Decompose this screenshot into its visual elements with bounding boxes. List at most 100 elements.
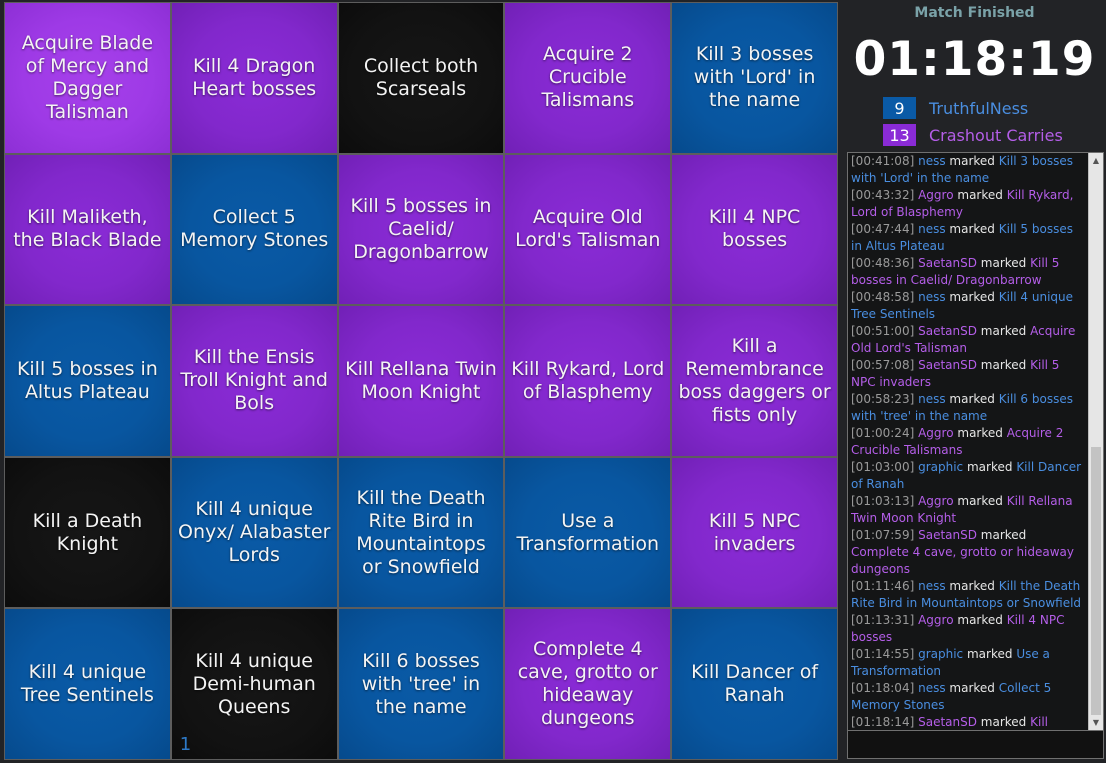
sidebar: Match Finished 01:18:19 9 TruthfulNess 1… <box>843 0 1106 763</box>
bingo-cell[interactable]: Kill 4 unique Onyx/ Alabaster Lords <box>171 457 337 608</box>
log-scrollbar[interactable]: ▲ ▼ <box>1088 153 1103 730</box>
log-entry: [01:18:14] SaetanSD marked Kill Maliketh… <box>851 714 1084 730</box>
bingo-cell[interactable]: Use a Transformation <box>505 457 671 608</box>
team-2-score: 13 <box>883 124 916 146</box>
log-player: ness <box>918 290 946 304</box>
bingo-cell-label: Kill 5 bosses in Caelid/ Dragonbarrow <box>350 194 492 263</box>
log-verb: marked <box>980 324 1027 338</box>
log-timestamp: [00:58:23] <box>851 392 915 406</box>
log-verb: marked <box>949 290 995 304</box>
log-player: SaetanSD <box>918 256 977 270</box>
log-player: ness <box>918 681 946 695</box>
log-timestamp: [00:57:08] <box>851 358 915 372</box>
bingo-cell[interactable]: Kill a Death Knight <box>5 457 170 608</box>
bingo-cell[interactable]: Kill Rykard, Lord of Blasphemy <box>505 306 671 456</box>
log-entry: [01:11:46] ness marked Kill the Death Ri… <box>851 578 1084 612</box>
bingo-cell[interactable]: Kill 4 unique Demi-human Queens 1 <box>171 609 337 759</box>
log-player: ness <box>918 154 946 168</box>
bingo-cell[interactable]: Kill 5 bosses in Altus Plateau <box>5 306 170 456</box>
bingo-cell-label: Acquire 2 Crucible Talismans <box>541 43 635 112</box>
log-player: Aggro <box>918 613 954 627</box>
bingo-cell-label: Kill 4 unique Onyx/ Alabaster Lords <box>177 498 331 567</box>
match-status: Match Finished <box>914 5 1035 21</box>
bingo-cell[interactable]: Kill the Death Rite Bird in Mountaintops… <box>338 457 504 608</box>
bingo-cell[interactable]: Kill Maliketh, the Black Blade <box>5 154 170 305</box>
log-entry: [01:03:00] graphic marked Kill Dancer of… <box>851 459 1084 493</box>
log-player: ness <box>918 579 946 593</box>
log-verb: marked <box>949 579 995 593</box>
team-1-name: TruthfulNess <box>929 98 1029 118</box>
log-player: SaetanSD <box>918 715 977 729</box>
bingo-cell[interactable]: Kill a Remembrance boss daggers or fists… <box>672 306 837 456</box>
bingo-cell[interactable]: Kill Dancer of Ranah <box>672 609 837 759</box>
bingo-cell[interactable]: Collect 5 Memory Stones <box>171 154 337 305</box>
bingo-cell-label: Kill Maliketh, the Black Blade <box>13 206 162 252</box>
log-timestamp: [01:07:59] <box>851 528 915 542</box>
log-player: Aggro <box>918 426 954 440</box>
triangle-down-icon[interactable]: ▼ <box>1089 715 1103 730</box>
bingo-cell[interactable]: Acquire Blade of Mercy and Dagger Talism… <box>5 3 170 153</box>
scroll-thumb[interactable] <box>1091 447 1101 715</box>
log-timestamp: [01:18:14] <box>851 715 915 729</box>
bingo-cell[interactable]: Kill 5 bosses in Caelid/ Dragonbarrow <box>338 154 504 305</box>
log-timestamp: [01:18:04] <box>851 681 915 695</box>
bingo-cell[interactable]: Acquire Old Lord's Talisman <box>505 154 671 305</box>
bingo-cell[interactable]: Kill 4 Dragon Heart bosses <box>171 3 337 153</box>
log-verb: marked <box>949 154 995 168</box>
bingo-cell[interactable]: Kill 6 bosses with 'tree' in the name <box>338 609 504 759</box>
log-player: ness <box>918 222 946 236</box>
match-timer: 01:18:19 <box>853 32 1096 87</box>
team-1-score: 9 <box>883 97 916 119</box>
chat-input[interactable] <box>847 731 1104 759</box>
log-verb: marked <box>980 256 1027 270</box>
log-timestamp: [00:43:32] <box>851 188 915 202</box>
team-row-2: 13 Crashout Carries <box>883 124 1063 146</box>
team-2-name: Crashout Carries <box>929 125 1063 145</box>
log-entry: [01:03:13] Aggro marked Kill Rellana Twi… <box>851 493 1084 527</box>
log-goal: Complete 4 cave, grotto or hideaway dung… <box>851 545 1075 576</box>
bingo-cell-label: Kill 4 unique Demi-human Queens <box>192 649 316 718</box>
bingo-cell[interactable]: Kill 4 unique Tree Sentinels <box>5 609 170 759</box>
bingo-cell[interactable]: Kill 3 bosses with 'Lord' in the name <box>672 3 837 153</box>
log-verb: marked <box>980 358 1027 372</box>
event-log[interactable]: [00:41:08] ness marked Kill 3 bosses wit… <box>847 152 1104 731</box>
bingo-cell-label: Kill Rellana Twin Moon Knight <box>345 357 497 403</box>
log-entry: [00:48:36] SaetanSD marked Kill 5 bosses… <box>851 255 1084 289</box>
log-player: graphic <box>918 647 964 661</box>
bingo-cell-label: Kill a Remembrance boss daggers or fists… <box>678 334 831 426</box>
log-timestamp: [00:51:00] <box>851 324 915 338</box>
log-player: graphic <box>918 460 964 474</box>
log-entry: [00:41:08] ness marked Kill 3 bosses wit… <box>851 153 1084 187</box>
bingo-cell[interactable]: Kill 5 NPC invaders <box>672 457 837 608</box>
log-entry: [01:18:04] ness marked Collect 5 Memory … <box>851 680 1084 714</box>
log-player: SaetanSD <box>918 358 977 372</box>
log-verb: marked <box>980 715 1027 729</box>
bingo-cell[interactable]: Acquire 2 Crucible Talismans <box>505 3 671 153</box>
bingo-cell[interactable]: Kill 4 NPC bosses <box>672 154 837 305</box>
triangle-up-icon[interactable]: ▲ <box>1089 153 1103 168</box>
log-timestamp: [00:48:58] <box>851 290 915 304</box>
bingo-cell[interactable]: Complete 4 cave, grotto or hideaway dung… <box>505 609 671 759</box>
log-timestamp: [01:14:55] <box>851 647 915 661</box>
log-timestamp: [01:13:31] <box>851 613 915 627</box>
log-player: SaetanSD <box>918 528 977 542</box>
log-player: Aggro <box>918 494 954 508</box>
log-entry: [00:58:23] ness marked Kill 6 bosses wit… <box>851 391 1084 425</box>
log-verb: marked <box>949 222 995 236</box>
bingo-cell[interactable]: Kill the Ensis Troll Knight and Bols <box>171 306 337 456</box>
log-timestamp: [00:47:44] <box>851 222 915 236</box>
log-entry: [01:00:24] Aggro marked Acquire 2 Crucib… <box>851 425 1084 459</box>
bingo-cell-label: Kill 6 bosses with 'tree' in the name <box>361 649 481 718</box>
log-entry: [00:48:58] ness marked Kill 4 unique Tre… <box>851 289 1084 323</box>
log-player: SaetanSD <box>918 324 977 338</box>
bingo-cell-label: Kill Dancer of Ranah <box>691 661 819 707</box>
log-verb: marked <box>957 613 1003 627</box>
bingo-cell-label: Kill 5 NPC invaders <box>708 509 801 555</box>
bingo-cell[interactable]: Collect both Scarseals <box>338 3 504 153</box>
log-entry: [00:51:00] SaetanSD marked Acquire Old L… <box>851 323 1084 357</box>
log-timestamp: [00:48:36] <box>851 256 915 270</box>
bingo-cell[interactable]: Kill Rellana Twin Moon Knight <box>338 306 504 456</box>
log-verb: marked <box>980 528 1027 542</box>
bingo-cell-label: Complete 4 cave, grotto or hideaway dung… <box>517 638 658 730</box>
cell-counter: 1 <box>179 734 192 755</box>
